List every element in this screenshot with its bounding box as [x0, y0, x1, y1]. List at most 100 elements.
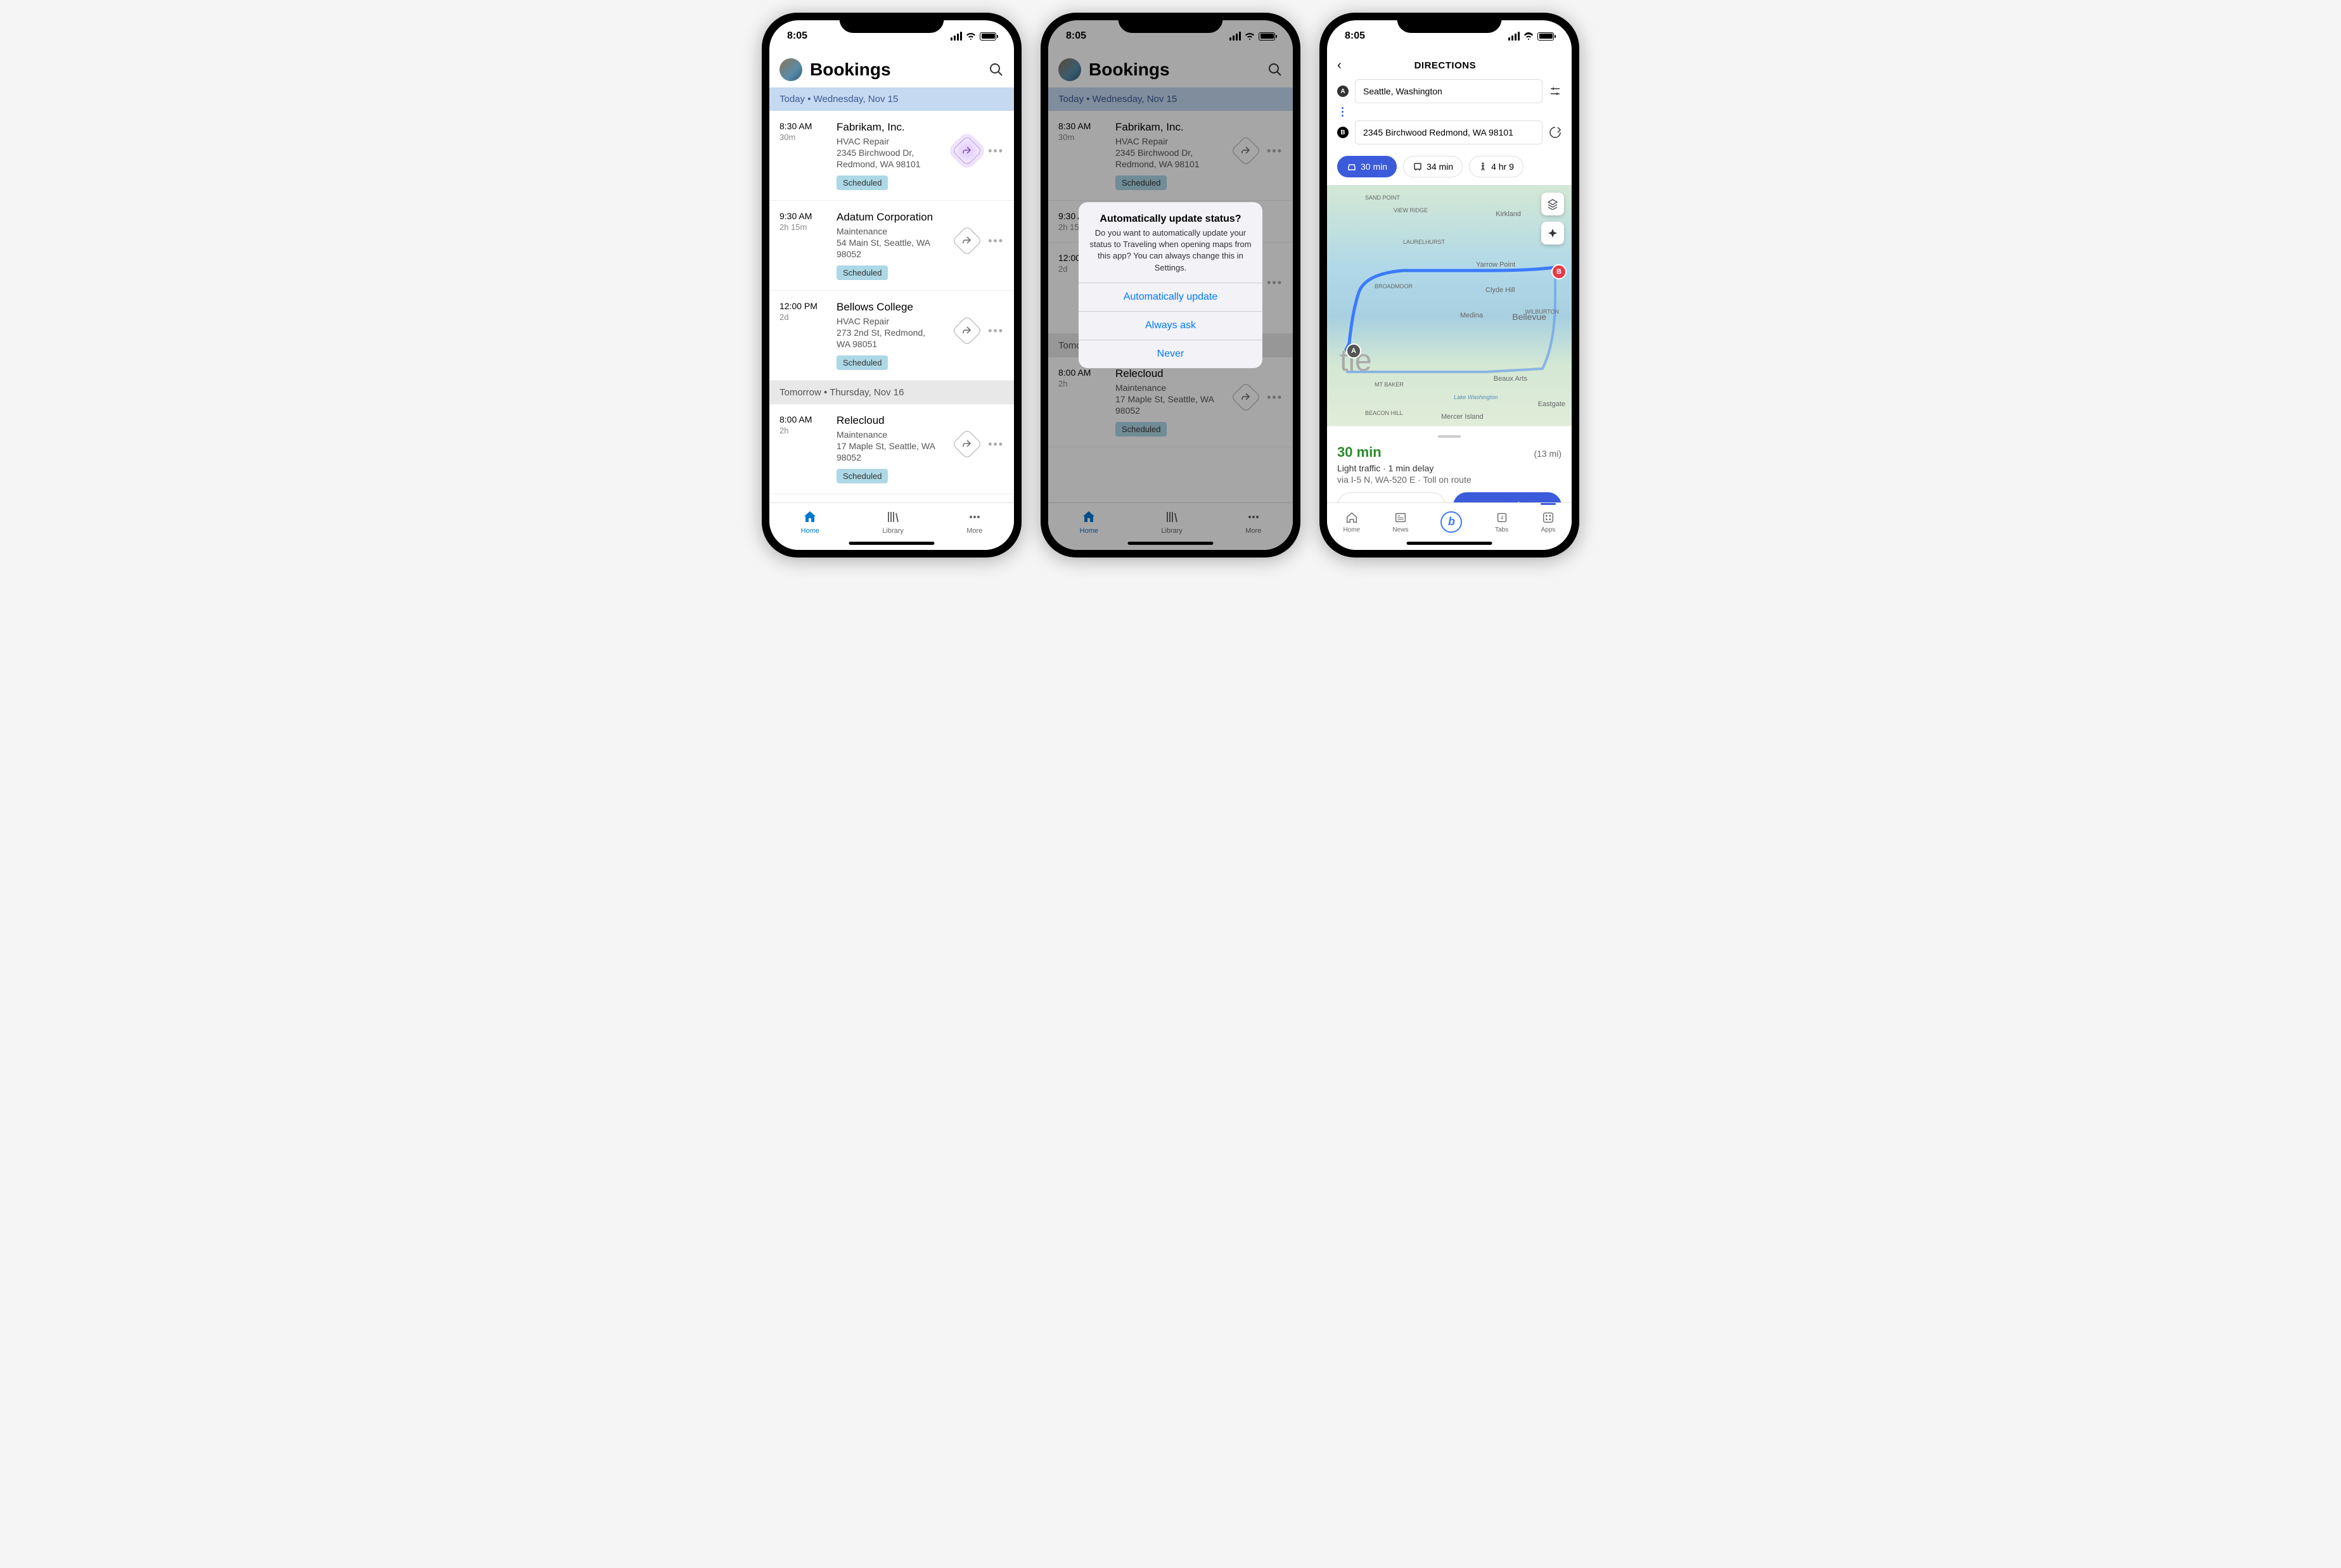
more-icon[interactable]: ••• [988, 144, 1004, 158]
bookings-list[interactable]: Today • Wednesday, Nov 15 8:30 AM30m Fab… [769, 87, 1014, 506]
status-time: 8:05 [1345, 30, 1365, 42]
booking-addr2: 98052 [837, 452, 947, 462]
screen: 8:05 ‹ DIRECTIONS A B 30 min 34 min 4 hr… [1327, 20, 1572, 550]
booking-addr: 17 Maple St, Seattle, WA [837, 441, 947, 451]
more-icon[interactable]: ••• [988, 324, 1004, 338]
booking-addr: 273 2nd St, Redmond, [837, 328, 947, 338]
wifi-icon [1523, 32, 1534, 40]
more-dots-icon [967, 509, 982, 525]
map-marker-b[interactable]: B [1551, 264, 1567, 279]
booking-time: 8:00 AM [779, 414, 828, 424]
directions-button[interactable] [952, 316, 982, 346]
map-label: Kirkland [1496, 210, 1521, 218]
dialog-auto-button[interactable]: Automatically update [1079, 283, 1262, 311]
booking-item[interactable]: 9:30 AM2h 15m Adatum CorporationMaintena… [769, 201, 1014, 291]
map-label: BEACON HILL [1365, 410, 1403, 416]
status-badge: Scheduled [837, 175, 888, 190]
map[interactable]: tle Kirkland Bellevue Medina Clyde Hill … [1327, 185, 1572, 426]
phone-bookings: 8:05 Bookings Today • Wednesday, Nov 15 … [762, 13, 1022, 558]
dialog-never-button[interactable]: Never [1079, 340, 1262, 368]
booking-addr2: WA 98051 [837, 339, 947, 349]
bus-icon [1413, 162, 1423, 171]
map-label: Eastgate [1538, 400, 1565, 408]
tab-library[interactable]: Library [882, 509, 904, 535]
booking-title: Adatum Corporation [837, 211, 947, 224]
tab-more[interactable]: More [966, 509, 982, 535]
booking-type: HVAC Repair [837, 136, 947, 146]
status-icons [951, 32, 996, 41]
back-button[interactable]: ‹ [1337, 58, 1342, 73]
marker-a-icon: A [1337, 86, 1349, 97]
date-banner-tomorrow: Tomorrow • Thursday, Nov 16 [769, 381, 1014, 404]
app-header: Bookings [769, 52, 1014, 87]
sparkle-icon [1547, 227, 1558, 239]
map-label: Beaux Arts [1494, 375, 1527, 383]
home-icon [1345, 511, 1359, 525]
booking-title: Relecloud [837, 414, 947, 427]
search-icon[interactable] [989, 62, 1004, 77]
booking-time: 8:30 AM [779, 121, 828, 131]
home-indicator[interactable] [1407, 542, 1492, 545]
route-via: via I-5 N, WA-520 E · Toll on route [1337, 475, 1562, 485]
map-label: Lake Washington [1454, 394, 1498, 400]
mode-transit[interactable]: 34 min [1403, 156, 1463, 177]
tab-tabs[interactable]: 4Tabs [1495, 511, 1509, 533]
map-label: Clyde Hill [1485, 286, 1515, 294]
booking-duration: 2h [779, 426, 828, 435]
booking-item[interactable]: 12:00 PM2d Bellows CollegeHVAC Repair273… [769, 291, 1014, 381]
news-icon [1394, 511, 1408, 525]
status-icons [1508, 32, 1554, 41]
status-badge: Scheduled [837, 265, 888, 280]
travel-mode-tabs: 30 min 34 min 4 hr 9 [1327, 156, 1572, 185]
phone-dialog: 8:05 Bookings Today • Wednesday, Nov 15 … [1041, 13, 1300, 558]
tab-home[interactable]: Home [1344, 511, 1361, 533]
map-label: BROADMOOR [1375, 283, 1413, 290]
mode-car[interactable]: 30 min [1337, 156, 1397, 177]
walk-icon [1478, 162, 1487, 171]
booking-item[interactable]: 8:30 AM30m Fabrikam, Inc.HVAC Repair2345… [769, 111, 1014, 201]
tab-news[interactable]: News [1392, 511, 1408, 533]
marker-b-icon: B [1337, 127, 1349, 138]
phone-directions: 8:05 ‹ DIRECTIONS A B 30 min 34 min 4 hr… [1319, 13, 1579, 558]
map-marker-a[interactable]: A [1346, 343, 1361, 359]
settings-icon[interactable] [1549, 85, 1562, 98]
more-icon[interactable]: ••• [988, 234, 1004, 248]
map-label: WILBURTON [1525, 309, 1559, 315]
more-icon[interactable]: ••• [988, 438, 1004, 451]
map-controls [1541, 193, 1564, 245]
booking-time: 12:00 PM [779, 301, 828, 311]
status-badge: Scheduled [837, 469, 888, 483]
booking-duration: 2d [779, 312, 828, 322]
traffic-button[interactable] [1541, 222, 1564, 245]
map-label: MT BAKER [1375, 381, 1404, 388]
home-indicator[interactable] [1128, 542, 1214, 545]
directions-header: ‹ DIRECTIONS [1327, 52, 1572, 79]
to-input[interactable] [1355, 120, 1542, 144]
home-indicator[interactable] [849, 542, 935, 545]
directions-button[interactable] [952, 136, 982, 166]
dialog-ask-button[interactable]: Always ask [1079, 311, 1262, 340]
svg-text:4: 4 [1500, 514, 1503, 520]
mode-walk[interactable]: 4 hr 9 [1469, 156, 1523, 177]
booking-duration: 30m [779, 132, 828, 142]
status-bar: 8:05 [1327, 20, 1572, 52]
map-label: Mercer Island [1441, 413, 1484, 421]
drag-handle[interactable] [1438, 435, 1461, 438]
avatar[interactable] [779, 58, 802, 81]
from-input[interactable] [1355, 79, 1542, 103]
tab-bing[interactable]: b [1440, 511, 1462, 533]
booking-addr: 2345 Birchwood Dr, [837, 148, 947, 158]
directions-button[interactable] [952, 226, 982, 256]
status-time: 8:05 [787, 30, 807, 42]
tab-apps[interactable]: Apps [1541, 511, 1556, 533]
apps-icon [1541, 511, 1555, 525]
booking-item[interactable]: 8:00 AM2h RelecloudMaintenance17 Maple S… [769, 404, 1014, 494]
battery-icon [1537, 32, 1554, 41]
directions-button[interactable] [952, 429, 982, 459]
tab-home[interactable]: Home [801, 509, 819, 535]
route-traffic: Light traffic · 1 min delay [1337, 463, 1562, 473]
layers-button[interactable] [1541, 193, 1564, 215]
swap-icon[interactable] [1549, 126, 1562, 139]
booking-type: Maintenance [837, 226, 947, 236]
map-label: Medina [1460, 312, 1483, 319]
